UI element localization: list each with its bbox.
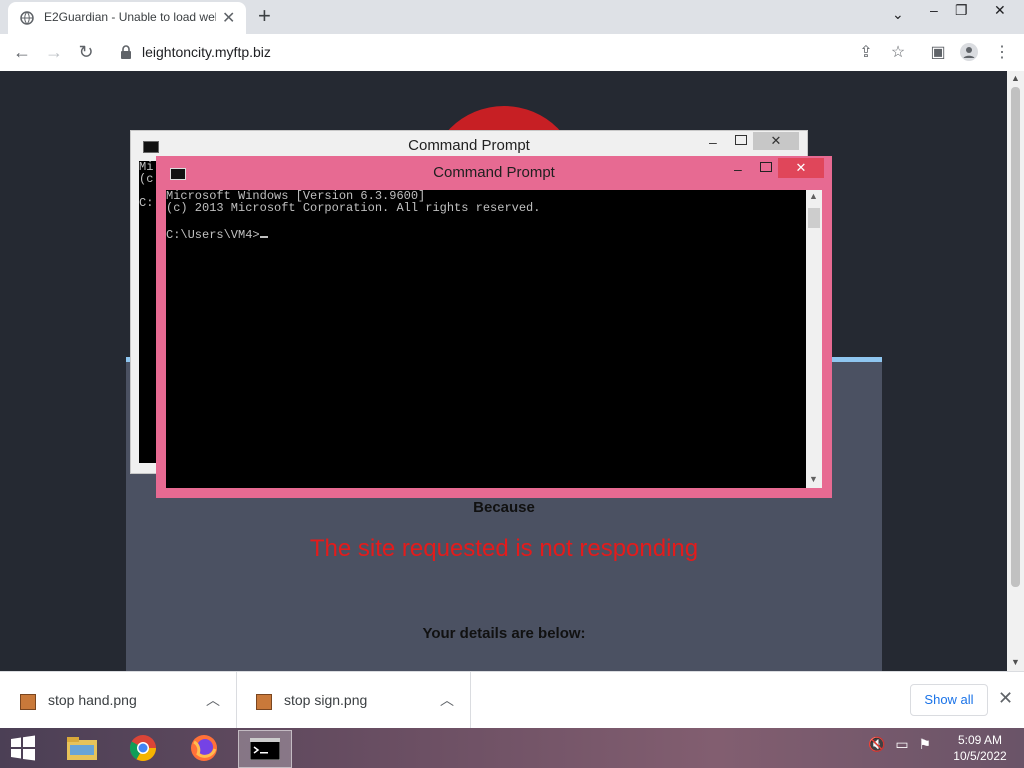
new-tab-button[interactable]: +	[258, 4, 271, 28]
download-filename: stop hand.png	[48, 692, 137, 708]
system-clock[interactable]: 5:09 AM 10/5/2022	[944, 732, 1016, 764]
side-panel-icon[interactable]: ▣	[928, 42, 948, 62]
console-line: (c) 2013 Microsoft Corporation. All righ…	[166, 201, 541, 215]
console-prompt-line[interactable]: C:\Users\VM4>	[166, 226, 806, 241]
back-arrow-icon[interactable]: ←	[10, 40, 34, 64]
because-label: Because	[473, 499, 535, 516]
chrome-icon[interactable]	[117, 730, 169, 766]
command-prompt-taskbar-icon[interactable]	[238, 730, 292, 768]
minimize-window-icon[interactable]: –	[930, 2, 938, 18]
reload-icon[interactable]: ↻	[74, 40, 98, 64]
scroll-down-icon[interactable]: ▼	[809, 474, 818, 484]
page-scrollbar[interactable]: ▲ ▼	[1007, 71, 1024, 671]
download-shelf: stop hand.png ︿ stop sign.png ︿ Show all…	[0, 671, 1024, 729]
close-icon[interactable]: ✕	[753, 132, 799, 150]
console-scrollbar[interactable]: ▲ ▼	[806, 190, 822, 488]
bookmark-star-icon[interactable]: ☆	[888, 42, 908, 62]
close-shelf-icon[interactable]: ✕	[998, 688, 1013, 709]
scroll-down-icon[interactable]: ▼	[1011, 657, 1020, 667]
lock-icon	[121, 45, 131, 59]
scroll-up-icon[interactable]: ▲	[1011, 73, 1020, 83]
scroll-thumb[interactable]	[1011, 87, 1020, 587]
tab-search-chevron-icon[interactable]: ⌄	[892, 6, 904, 23]
close-tab-icon[interactable]: ✕	[222, 8, 235, 28]
console-prompt: C:\Users\VM4>	[166, 228, 260, 242]
console-output[interactable]: Microsoft Windows [Version 6.3.9600] (c) …	[166, 190, 806, 488]
restore-window-icon[interactable]: ❐	[955, 2, 968, 19]
share-icon[interactable]: ⇪	[856, 42, 876, 62]
tab-title: E2Guardian - Unable to load web	[44, 10, 216, 24]
minimize-icon[interactable]: –	[709, 134, 717, 150]
command-prompt-window-front[interactable]: Command Prompt – ✕ Microsoft Windows [Ve…	[156, 156, 832, 498]
clock-date: 10/5/2022	[953, 749, 1007, 763]
chevron-up-icon[interactable]: ︿	[206, 690, 220, 710]
close-icon[interactable]: ✕	[778, 158, 824, 178]
text-cursor	[259, 226, 268, 238]
taskbar: 🔇 ▭ ⚑ 5:09 AM 10/5/2022	[0, 728, 1024, 768]
show-all-button[interactable]: Show all	[910, 684, 988, 716]
download-item[interactable]: stop sign.png ︿	[236, 672, 471, 729]
tab-strip: E2Guardian - Unable to load web ✕ + ⌄ – …	[0, 0, 1024, 34]
system-tray: 🔇 ▭ ⚑	[868, 736, 931, 753]
download-filename: stop sign.png	[284, 692, 368, 708]
maximize-icon[interactable]	[760, 162, 772, 172]
volume-muted-icon[interactable]: 🔇	[868, 736, 885, 752]
image-file-icon	[256, 694, 272, 710]
action-center-flag-icon[interactable]: ⚑	[918, 736, 931, 752]
chevron-up-icon[interactable]: ︿	[440, 690, 454, 710]
download-item[interactable]: stop hand.png ︿	[0, 672, 237, 729]
maximize-icon[interactable]	[735, 135, 747, 145]
windows-start-icon[interactable]	[8, 734, 38, 762]
file-explorer-icon[interactable]	[56, 730, 108, 766]
url-text: leightoncity.myftp.biz	[142, 44, 271, 60]
forward-arrow-icon[interactable]: →	[42, 40, 66, 64]
image-file-icon	[20, 694, 36, 710]
scroll-thumb[interactable]	[808, 208, 820, 228]
window-title: Command Prompt	[408, 137, 530, 154]
profile-avatar-icon[interactable]	[959, 42, 979, 62]
browser-tab[interactable]: E2Guardian - Unable to load web ✕	[8, 2, 246, 34]
close-window-icon[interactable]: ✕	[994, 2, 1006, 19]
scroll-up-icon[interactable]: ▲	[809, 191, 818, 201]
window-title: Command Prompt	[433, 164, 555, 181]
network-icon[interactable]: ▭	[895, 736, 908, 752]
browser-toolbar: ← → ↻ leightoncity.myftp.biz ⇪ ☆ ▣ ⋮	[0, 34, 1024, 72]
details-heading: Your details are below:	[422, 625, 586, 642]
clock-time: 5:09 AM	[957, 733, 1003, 747]
firefox-icon[interactable]	[178, 730, 230, 766]
menu-kebab-icon[interactable]: ⋮	[992, 42, 1012, 62]
address-bar[interactable]: leightoncity.myftp.biz	[108, 38, 918, 66]
globe-icon	[20, 11, 34, 25]
block-reason: The site requested is not responding	[309, 535, 699, 562]
minimize-icon[interactable]: –	[734, 161, 742, 177]
